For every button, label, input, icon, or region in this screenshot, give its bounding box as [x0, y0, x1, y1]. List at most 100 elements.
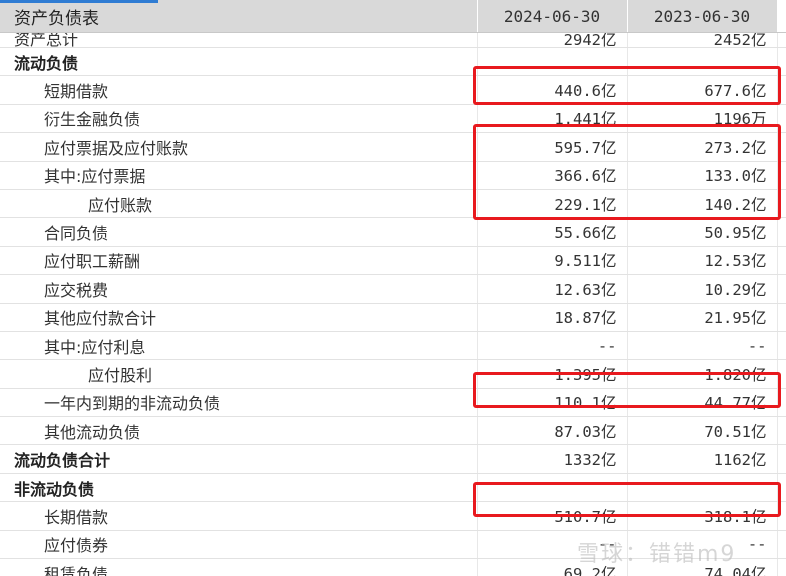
table-row: 一年内到期的非流动负债 110.1亿 44.77亿 [0, 388, 786, 418]
row-value-2024: 440.6亿 [476, 75, 627, 105]
row-value-2024: 1.441亿 [476, 104, 627, 134]
table-row: 流动负债合计 1332亿 1162亿 [0, 444, 786, 474]
row-padding [776, 303, 786, 332]
table-row: 流动负债 [0, 47, 786, 77]
row-label: 非流动负债 [0, 473, 477, 503]
row-label: 应付票据及应付账款 [0, 132, 477, 162]
row-padding [776, 132, 786, 162]
row-value-2024: 87.03亿 [476, 416, 627, 446]
row-label: 资产总计 [0, 32, 477, 48]
row-value-2024: 1.395亿 [476, 359, 627, 389]
row-padding [776, 75, 786, 105]
row-label: 其他应付款合计 [0, 303, 477, 332]
row-value-2024: 229.1亿 [476, 189, 627, 219]
row-padding [776, 501, 786, 531]
row-value-2024: 18.87亿 [476, 303, 627, 332]
table-row: 衍生金融负债 1.441亿 1196万 [0, 104, 786, 134]
table-row: 其中:应付票据 366.6亿 133.0亿 [0, 161, 786, 190]
table-title: 资产负债表 [0, 0, 478, 33]
table-row: 其他应付款合计 18.87亿 21.95亿 [0, 303, 786, 332]
header-row: 资产负债表 2024-06-30 2023-06-30 [0, 0, 786, 33]
row-value-2024: 366.6亿 [476, 161, 627, 190]
row-padding [776, 331, 786, 361]
row-padding [776, 359, 786, 389]
row-value-2024: 510.7亿 [476, 501, 627, 531]
row-label: 租赁负债 [0, 558, 477, 576]
row-padding [776, 558, 786, 576]
row-value-2023: 2452亿 [626, 32, 777, 48]
row-padding [776, 530, 786, 560]
watermark: 雪球：错错m9 [577, 542, 737, 567]
header-padding [777, 0, 786, 33]
row-padding [776, 161, 786, 190]
table-row: 资产总计 2942亿 2452亿 [0, 32, 786, 48]
row-label: 其他流动负债 [0, 416, 477, 446]
row-value-2023 [626, 473, 777, 503]
row-label: 其中:应付利息 [0, 331, 477, 361]
table-row: 非流动负债 [0, 473, 786, 503]
table-row: 应付票据及应付账款 595.7亿 273.2亿 [0, 132, 786, 162]
row-value-2023: 1196万 [626, 104, 777, 134]
row-value-2024: 110.1亿 [476, 388, 627, 418]
row-value-2023: 1162亿 [626, 444, 777, 474]
row-label: 流动负债合计 [0, 444, 477, 474]
row-value-2023: 21.95亿 [626, 303, 777, 332]
row-padding [776, 189, 786, 219]
row-value-2024: -- [476, 331, 627, 361]
row-value-2023: 44.77亿 [626, 388, 777, 418]
row-value-2023: 318.1亿 [626, 501, 777, 531]
table-row: 合同负债 55.66亿 50.95亿 [0, 217, 786, 247]
row-value-2023 [626, 47, 777, 77]
column-header-2024-06-30[interactable]: 2024-06-30 [477, 0, 628, 33]
row-value-2023: 133.0亿 [626, 161, 777, 190]
row-padding [776, 47, 786, 77]
row-padding [776, 246, 786, 276]
row-value-2023: -- [626, 331, 777, 361]
tab-accent-bar [0, 0, 158, 3]
table-row: 其中:应付利息 -- -- [0, 331, 786, 361]
row-value-2024: 1332亿 [476, 444, 627, 474]
table-row: 应付账款 229.1亿 140.2亿 [0, 189, 786, 219]
liabilities-table: 资产负债表 2024-06-30 2023-06-30 资产总计 2942亿 2… [0, 0, 786, 576]
table-row: 其他流动负债 87.03亿 70.51亿 [0, 416, 786, 446]
table-row: 应交税费 12.63亿 10.29亿 [0, 274, 786, 304]
column-header-2023-06-30[interactable]: 2023-06-30 [627, 0, 778, 33]
row-label: 应交税费 [0, 274, 477, 304]
row-label: 应付职工薪酬 [0, 246, 477, 276]
row-value-2024: 2942亿 [476, 32, 627, 48]
row-padding [776, 217, 786, 247]
row-label: 一年内到期的非流动负债 [0, 388, 477, 418]
row-value-2024 [476, 473, 627, 503]
row-label: 应付股利 [0, 359, 477, 389]
row-padding [776, 104, 786, 134]
row-label: 应付账款 [0, 189, 477, 219]
row-padding [776, 274, 786, 304]
row-value-2024: 9.511亿 [476, 246, 627, 276]
row-value-2024 [476, 47, 627, 77]
row-padding [776, 473, 786, 503]
table-row: 短期借款 440.6亿 677.6亿 [0, 75, 786, 105]
row-padding [776, 32, 786, 48]
row-value-2024: 55.66亿 [476, 217, 627, 247]
row-label: 流动负债 [0, 47, 477, 77]
row-label: 其中:应付票据 [0, 161, 477, 190]
row-label: 合同负债 [0, 217, 477, 247]
row-value-2023: 12.53亿 [626, 246, 777, 276]
row-label: 衍生金融负债 [0, 104, 477, 134]
row-value-2023: 140.2亿 [626, 189, 777, 219]
row-value-2024: 595.7亿 [476, 132, 627, 162]
row-value-2023: 273.2亿 [626, 132, 777, 162]
table-row: 长期借款 510.7亿 318.1亿 [0, 501, 786, 531]
row-label: 短期借款 [0, 75, 477, 105]
row-padding [776, 388, 786, 418]
row-value-2023: 50.95亿 [626, 217, 777, 247]
table-row: 应付职工薪酬 9.511亿 12.53亿 [0, 246, 786, 276]
row-label: 长期借款 [0, 501, 477, 531]
row-value-2023: 10.29亿 [626, 274, 777, 304]
row-padding [776, 416, 786, 446]
row-value-2023: 1.820亿 [626, 359, 777, 389]
balance-sheet-table: 资产负债表 2024-06-30 2023-06-30 资产总计 2942亿 2… [0, 0, 786, 576]
table-row: 应付股利 1.395亿 1.820亿 [0, 359, 786, 389]
row-value-2024: 12.63亿 [476, 274, 627, 304]
row-label: 应付债券 [0, 530, 477, 560]
